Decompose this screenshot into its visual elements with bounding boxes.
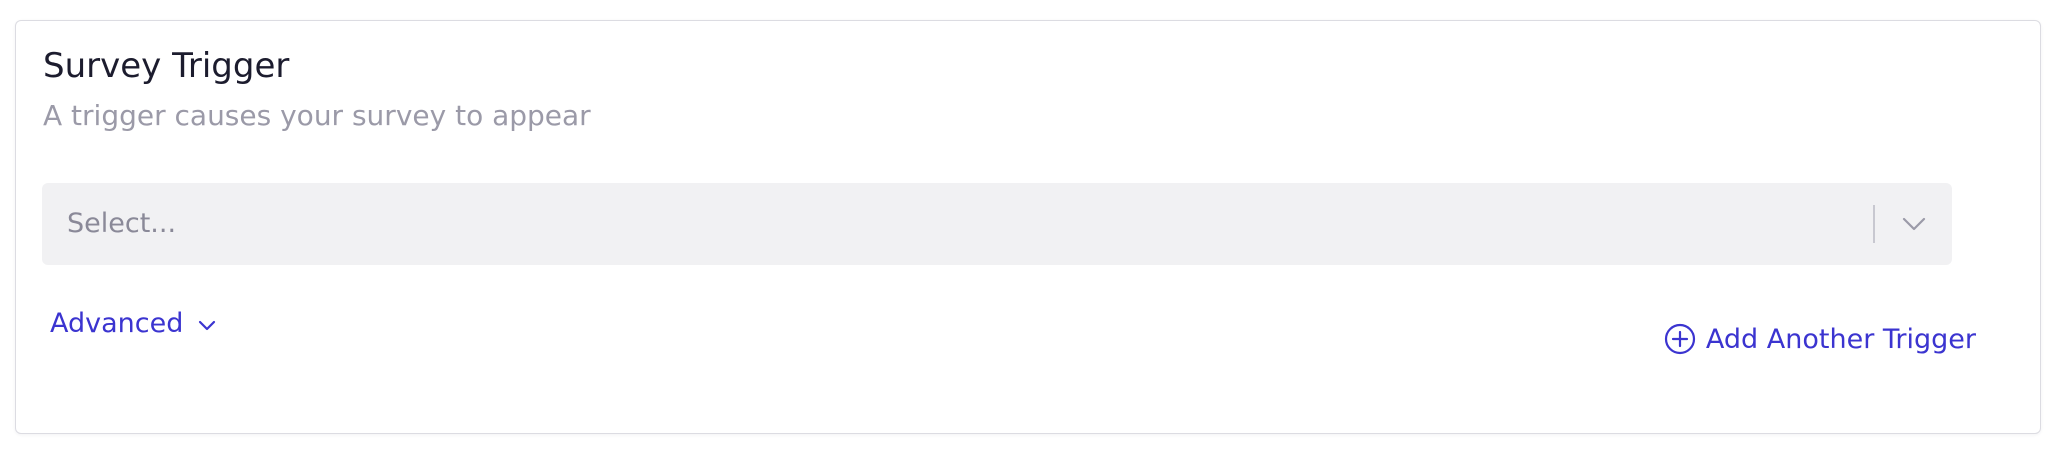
advanced-toggle[interactable]: Advanced: [50, 308, 217, 339]
advanced-label: Advanced: [50, 308, 184, 339]
select-indicator-separator: [1873, 205, 1875, 243]
add-another-trigger-label: Add Another Trigger: [1705, 323, 1976, 355]
card-title: Survey Trigger: [43, 46, 290, 86]
trigger-select[interactable]: Select...: [42, 183, 1952, 265]
add-another-trigger-button[interactable]: Add Another Trigger: [1664, 323, 1976, 355]
card-subtitle: A trigger causes your survey to appear: [43, 99, 591, 132]
plus-circle-icon: [1664, 323, 1696, 355]
chevron-down-icon[interactable]: [1900, 211, 1928, 237]
chevron-down-icon: [197, 317, 217, 335]
trigger-select-placeholder: Select...: [67, 208, 177, 239]
